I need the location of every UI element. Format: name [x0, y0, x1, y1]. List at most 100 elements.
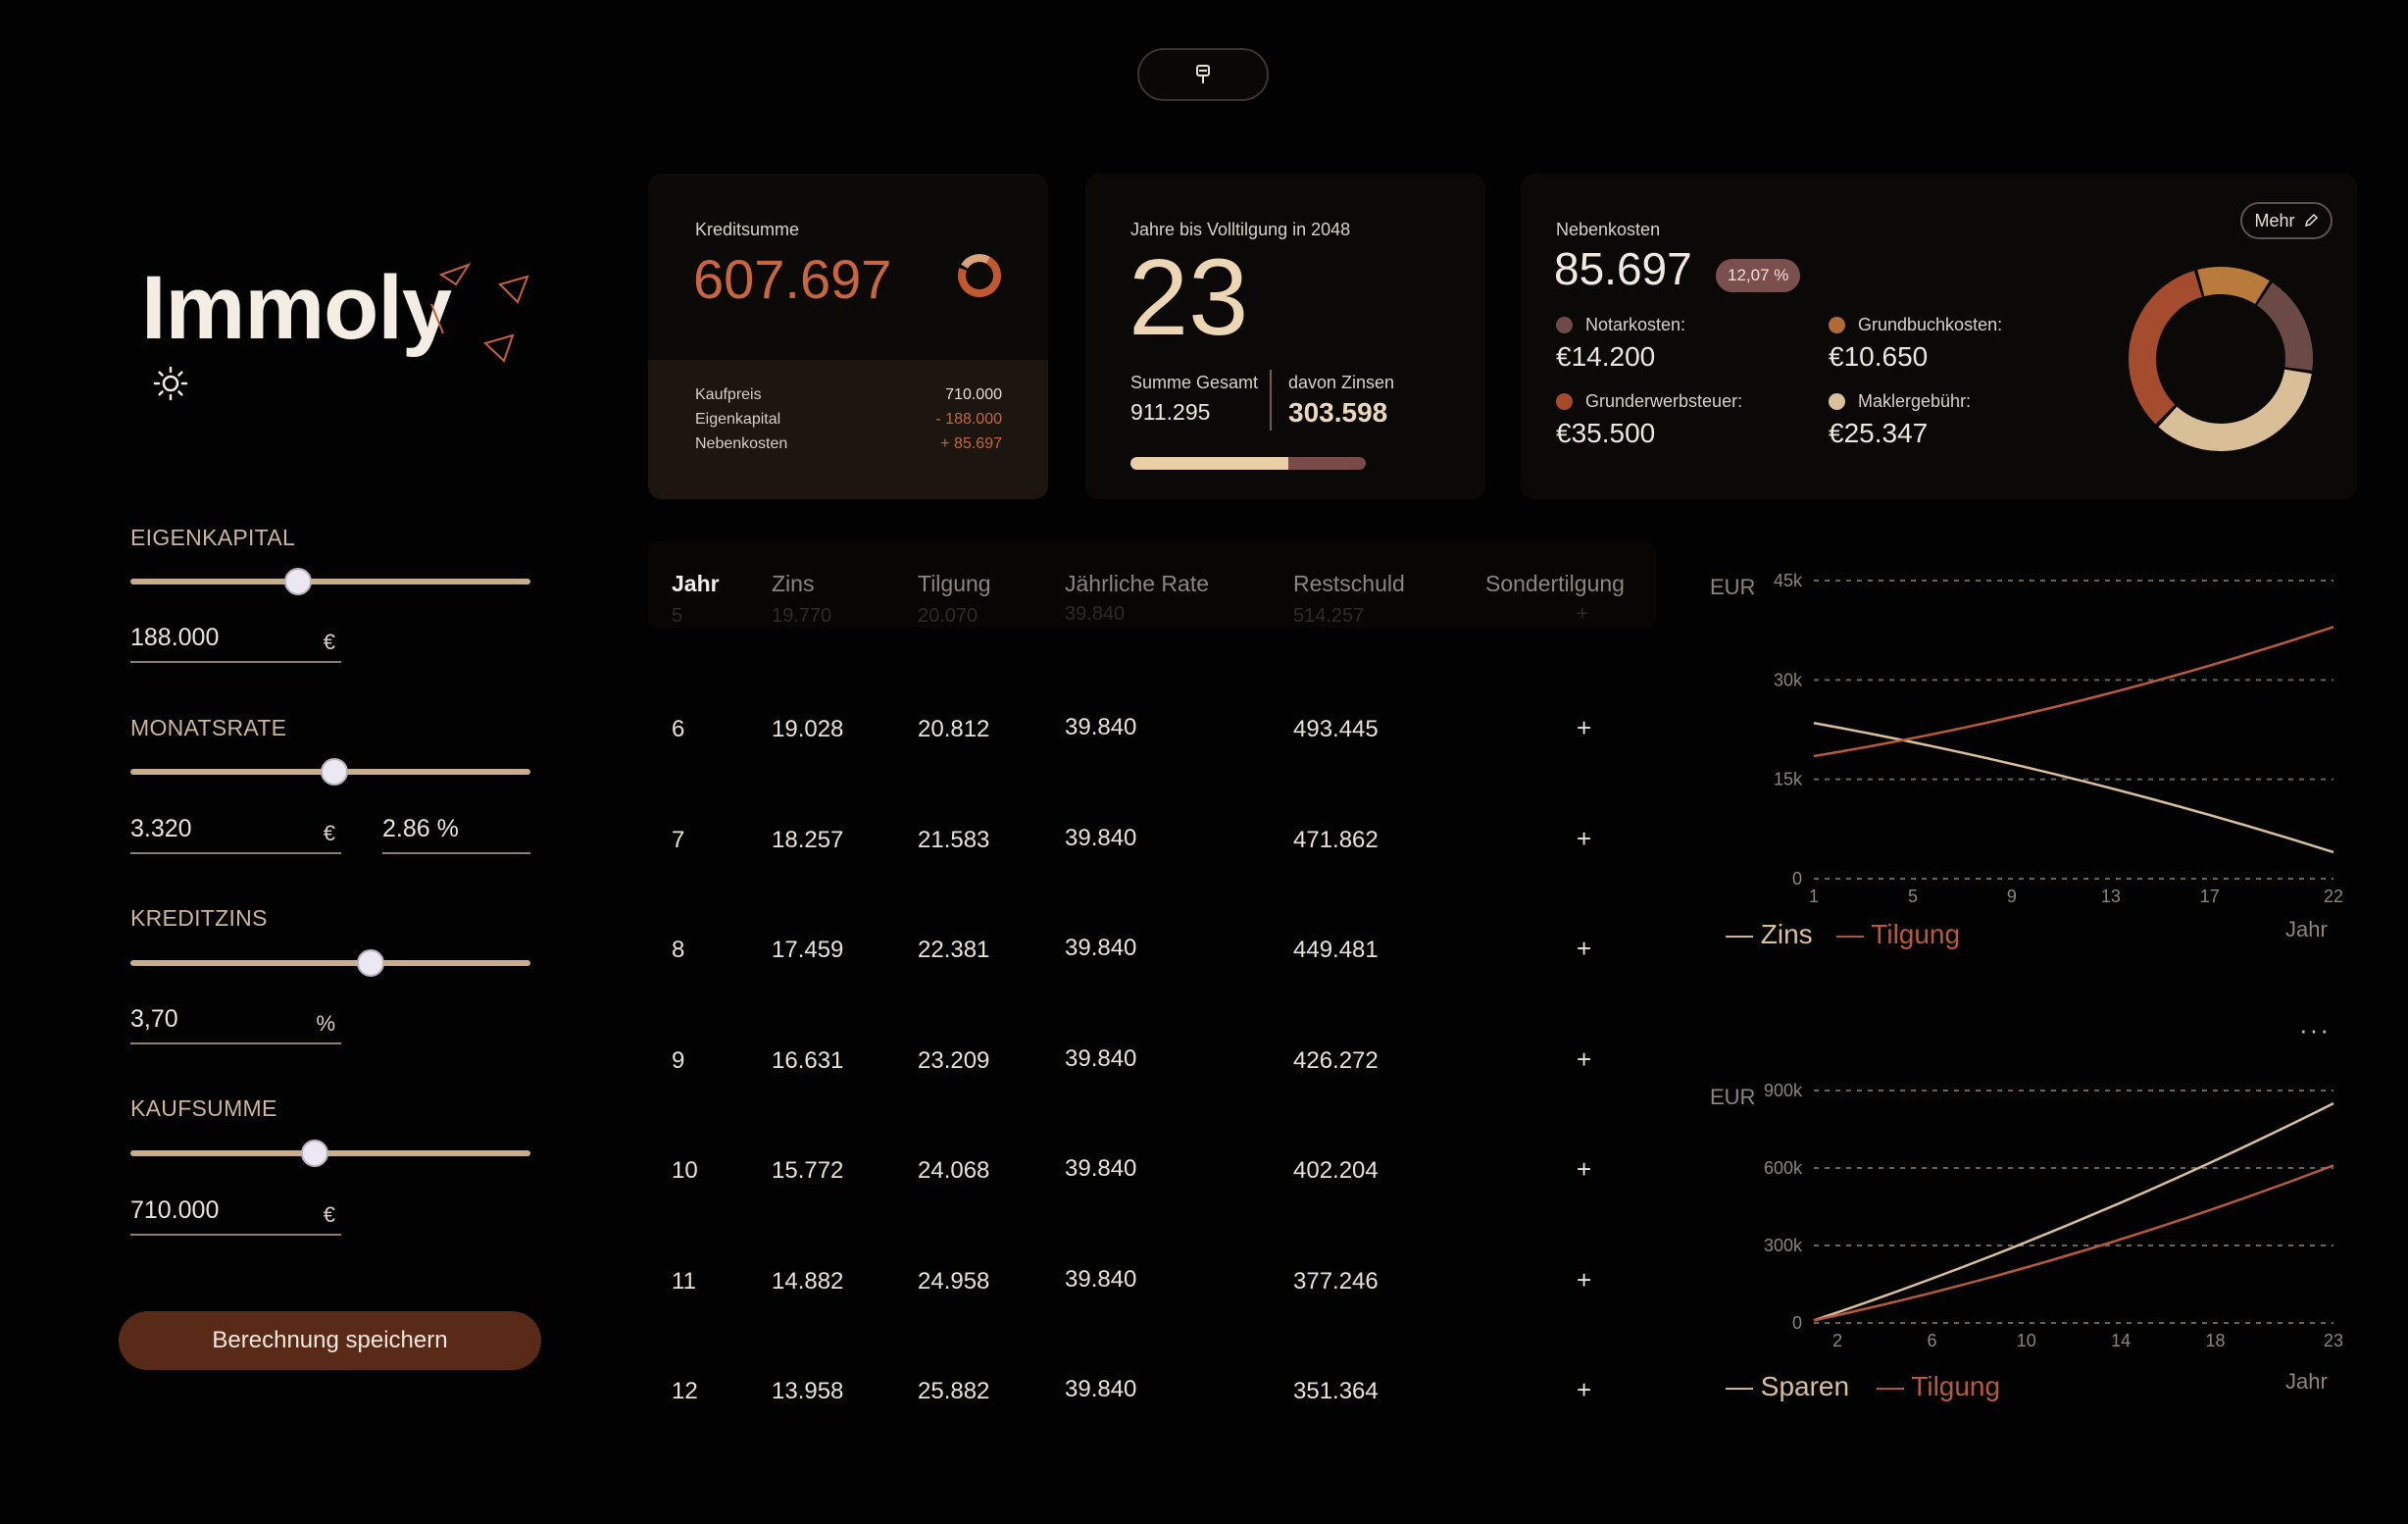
interest-label: davon Zinsen — [1288, 373, 1395, 392]
cell: 514.257 — [1293, 605, 1365, 627]
table-cell: 39.840 — [1065, 1155, 1137, 1182]
sondertilgung-add-button[interactable]: + — [1577, 824, 1591, 854]
legend-tilgung-2-label: Tilgung — [1911, 1371, 2001, 1401]
amortization-table: Jahr Zins Tilgung Jährliche Rate Restsch… — [648, 541, 1656, 1444]
tilgungsrate-field[interactable]: 2.86 % — [382, 809, 530, 854]
sondertilgung-add-button[interactable]: + — [1577, 713, 1591, 743]
x-tick-label: 2 — [1832, 1331, 1842, 1350]
series-line-tilgung — [1813, 1164, 2334, 1322]
kreditzins-slider-thumb[interactable] — [356, 949, 384, 977]
table-cell: 39.840 — [1065, 714, 1137, 740]
fees-card: Nebenkosten 85.697 12,07 % Notarkosten: … — [1521, 174, 2357, 499]
credit-sum-card: Kreditsumme 607.697 Kaufpreis 710.000 Ei… — [648, 174, 1048, 499]
header-tilgung[interactable]: Tilgung — [918, 571, 991, 597]
table-cell: 39.840 — [1065, 824, 1137, 851]
breakdown-label: Eigenkapital — [695, 411, 781, 428]
table-cell: 23.209 — [918, 1046, 990, 1074]
header-jahr[interactable]: Jahr — [672, 571, 720, 597]
table-cell: 12 — [672, 1378, 698, 1404]
table-cell: 25.882 — [918, 1378, 990, 1404]
breakdown-value: 710.000 — [945, 386, 1002, 403]
breakdown-value: + 85.697 — [940, 435, 1002, 452]
notar-dot — [1556, 317, 1573, 333]
sondertilgung-add-button[interactable]: + — [1577, 934, 1591, 964]
table-cell: 471.862 — [1293, 826, 1379, 853]
legend-sparen: — Sparen — [1726, 1371, 1850, 1401]
y-tick-label: 45k — [1774, 571, 1803, 590]
sondertilgung-add-button[interactable]: + — [1577, 1265, 1591, 1295]
legend-zins: — Zins — [1726, 919, 1813, 949]
table-cell: 15.772 — [772, 1157, 844, 1184]
sondertilgung-add-button[interactable]: + — [1577, 1375, 1591, 1405]
y-tick-label: 30k — [1774, 670, 1803, 689]
legend-zins-label: Zins — [1760, 919, 1813, 949]
eigenkapital-field[interactable]: 188.000 € — [130, 618, 341, 663]
years-progress-fill — [1130, 457, 1288, 470]
table-cell: 16.631 — [772, 1046, 844, 1074]
x-tick-label: 6 — [1927, 1331, 1936, 1350]
table-cell: 493.445 — [1293, 716, 1379, 742]
grunderwerb-label: Grunderwerbsteuer: — [1585, 391, 1743, 411]
pencil-icon — [2304, 213, 2318, 228]
paper-plane-icons — [430, 263, 529, 363]
table-cell: 402.204 — [1293, 1157, 1379, 1184]
kreditzins-slider[interactable] — [130, 949, 530, 977]
table-cell: 18.257 — [772, 826, 844, 853]
header-zins[interactable]: Zins — [772, 571, 814, 597]
kaufsumme-slider-thumb[interactable] — [300, 1140, 328, 1167]
monatsrate-slider[interactable] — [130, 758, 530, 786]
monatsrate-slider-thumb[interactable] — [321, 758, 349, 786]
grunderwerb-value: €35.500 — [1556, 418, 1656, 448]
tilgungsrate-value[interactable]: 2.86 % — [382, 815, 459, 843]
x-tick-label: 18 — [2206, 1331, 2226, 1350]
grundbuch-value: €10.650 — [1829, 341, 1929, 372]
y-tick-label: 600k — [1764, 1158, 1803, 1178]
table-cell: 11 — [672, 1267, 696, 1295]
kaufsumme-value[interactable]: 710.000 — [130, 1196, 219, 1225]
total-value: 911.295 — [1130, 399, 1211, 425]
header-jaehrliche-rate[interactable]: Jährliche Rate — [1065, 571, 1209, 597]
kaufsumme-field[interactable]: 710.000 € — [130, 1191, 341, 1236]
sun-icon[interactable] — [153, 366, 188, 401]
kreditzins-field[interactable]: 3,70 % — [130, 999, 341, 1044]
sparen-tilgung-chart: 0 300k 600k 900k EUR 2 6 10 14 18 23 — [1710, 1081, 2343, 1350]
more-options-icon[interactable]: ··· — [2299, 1015, 2331, 1045]
save-calculation-button[interactable]: Berechnung speichern — [119, 1311, 541, 1370]
breakdown-row-kaufpreis: Kaufpreis 710.000 — [695, 386, 1002, 404]
table-cell: 426.272 — [1293, 1046, 1379, 1074]
kaufsumme-slider[interactable] — [130, 1140, 530, 1167]
y-tick-label: 0 — [1792, 869, 1802, 889]
legend-sparen-label: Sparen — [1760, 1371, 1850, 1401]
chart1-xlabel: Jahr — [2285, 917, 2328, 941]
divider — [1270, 370, 1272, 431]
monatsrate-field[interactable]: 3.320 € — [130, 809, 341, 854]
monatsrate-value[interactable]: 3.320 — [130, 815, 192, 843]
breakdown-value: - 188.000 — [935, 411, 1002, 428]
table-cell: 14.882 — [772, 1267, 844, 1295]
eigenkapital-value[interactable]: 188.000 — [130, 624, 219, 652]
years-card: Jahre bis Volltilgung in 2048 23 Summe G… — [1085, 174, 1485, 499]
makler-value: €25.347 — [1829, 418, 1929, 448]
header-sondertilgung[interactable]: Sondertilgung — [1485, 571, 1625, 597]
fees-donut-chart — [2129, 267, 2313, 451]
fees-label: Nebenkosten — [1556, 220, 1661, 239]
x-tick-label: 9 — [2007, 887, 2017, 906]
sondertilgung-add-button[interactable]: + — [1577, 1154, 1591, 1185]
credit-sum-label: Kreditsumme — [695, 220, 800, 239]
credit-breakdown: Kaufpreis 710.000 Eigenkapital - 188.000… — [648, 360, 1048, 499]
table-cell: 39.840 — [1065, 1044, 1137, 1072]
fees-value: 85.697 — [1554, 243, 1692, 294]
sondertilgung-add-button[interactable]: + — [1577, 1044, 1591, 1075]
grundbuch-dot — [1829, 317, 1845, 333]
zins-tilgung-chart: 0 15k 30k 45k EUR 1 5 9 13 17 22 — [1710, 571, 2343, 906]
top-toggle-pill[interactable] — [1137, 48, 1269, 101]
credit-sum-value: 607.697 — [693, 248, 892, 310]
header-restschuld[interactable]: Restschuld — [1293, 571, 1405, 597]
kreditzins-value[interactable]: 3,70 — [130, 1005, 178, 1034]
makler-dot — [1829, 393, 1845, 410]
table-cell: 22.381 — [918, 937, 990, 963]
grunderwerb-dot — [1556, 393, 1573, 410]
eigenkapital-slider-thumb[interactable] — [284, 568, 313, 595]
eigenkapital-slider[interactable] — [130, 568, 530, 595]
more-button[interactable]: Mehr — [2240, 202, 2333, 239]
